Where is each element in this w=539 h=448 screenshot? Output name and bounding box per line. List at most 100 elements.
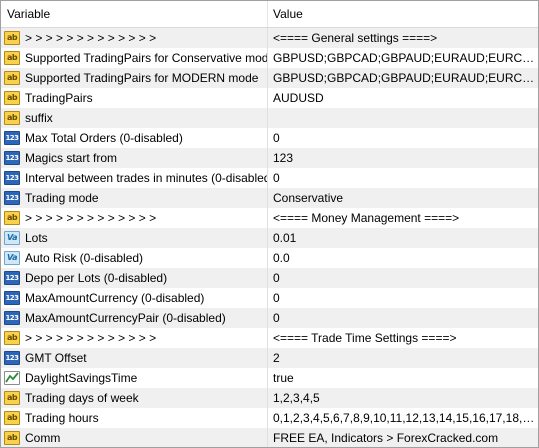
value-cell[interactable]: 0 <box>268 288 538 308</box>
parameter-row[interactable]: 123 Max Total Orders (0-disabled) 0 <box>1 128 538 148</box>
value-cell[interactable]: 123 <box>268 148 538 168</box>
variable-name: DaylightSavingsTime <box>25 371 138 385</box>
boolean-type-icon <box>4 371 20 385</box>
parameter-row[interactable]: 123 GMT Offset 2 <box>1 348 538 368</box>
variable-cell[interactable]: ab Comm <box>1 428 268 447</box>
string-type-icon: ab <box>4 31 20 45</box>
variable-name: Comm <box>25 431 61 445</box>
value-cell[interactable]: <==== Trade Time Settings ====> <box>268 328 538 348</box>
integer-type-icon: 123 <box>4 291 20 305</box>
variable-name: MaxAmountCurrency (0-disabled) <box>25 291 205 305</box>
value-cell[interactable]: <==== General settings ====> <box>268 28 538 48</box>
value-cell[interactable]: 0 <box>268 128 538 148</box>
value-cell[interactable]: FREE EA, Indicators > ForexCracked.com <box>268 428 538 447</box>
variable-name: Trading hours <box>25 411 99 425</box>
variable-name: Supported TradingPairs for MODERN mode <box>25 71 259 85</box>
variable-name: Trading mode <box>25 191 99 205</box>
variable-cell[interactable]: ab > > > > > > > > > > > > > <box>1 28 268 48</box>
variable-name: > > > > > > > > > > > > > <box>25 211 157 225</box>
variable-name: > > > > > > > > > > > > > <box>25 331 157 345</box>
string-type-icon: ab <box>4 211 20 225</box>
value-cell[interactable]: 0,1,2,3,4,5,6,7,8,9,10,11,12,13,14,15,16… <box>268 408 538 428</box>
value-cell[interactable]: GBPUSD;GBPCAD;GBPAUD;EURAUD;EURCAD;E... <box>268 68 538 88</box>
variable-cell[interactable]: ab Supported TradingPairs for Conservativ… <box>1 48 268 68</box>
variable-name: > > > > > > > > > > > > > <box>25 31 157 45</box>
parameter-row[interactable]: 123 Magics start from 123 <box>1 148 538 168</box>
value-cell[interactable]: 0 <box>268 308 538 328</box>
value-cell[interactable]: <==== Money Management ====> <box>268 208 538 228</box>
parameter-row[interactable]: ab Comm FREE EA, Indicators > ForexCracked… <box>1 428 538 447</box>
variable-name: Magics start from <box>25 151 118 165</box>
column-header-variable[interactable]: Variable <box>1 1 268 27</box>
variable-name: Max Total Orders (0-disabled) <box>25 131 183 145</box>
parameter-row[interactable]: ab suffix <box>1 108 538 128</box>
variable-name: Lots <box>25 231 48 245</box>
parameter-row[interactable]: ab Trading hours 0,1,2,3,4,5,6,7,8,9,10,11… <box>1 408 538 428</box>
variable-cell[interactable]: 123 Depo per Lots (0-disabled) <box>1 268 268 288</box>
parameter-row[interactable]: DaylightSavingsTime true <box>1 368 538 388</box>
grid-rows: ab > > > > > > > > > > > > > <==== General… <box>1 28 538 447</box>
variable-cell[interactable]: Va Auto Risk (0-disabled) <box>1 248 268 268</box>
variable-cell[interactable]: ab TradingPairs <box>1 88 268 108</box>
variable-cell[interactable]: 123 MaxAmountCurrency (0-disabled) <box>1 288 268 308</box>
variable-cell[interactable]: ab Trading hours <box>1 408 268 428</box>
variable-name: suffix <box>25 111 53 125</box>
variable-cell[interactable]: ab Trading days of week <box>1 388 268 408</box>
value-cell[interactable]: 1,2,3,4,5 <box>268 388 538 408</box>
parameter-row[interactable]: 123 Trading mode Conservative <box>1 188 538 208</box>
variable-cell[interactable]: ab Supported TradingPairs for MODERN mode <box>1 68 268 88</box>
parameter-row[interactable]: 123 MaxAmountCurrency (0-disabled) 0 <box>1 288 538 308</box>
variable-cell[interactable]: 123 GMT Offset <box>1 348 268 368</box>
integer-type-icon: 123 <box>4 191 20 205</box>
parameter-row[interactable]: Va Auto Risk (0-disabled) 0.0 <box>1 248 538 268</box>
variable-cell[interactable]: 123 Trading mode <box>1 188 268 208</box>
integer-type-icon: 123 <box>4 151 20 165</box>
value-cell[interactable]: 0.01 <box>268 228 538 248</box>
parameter-row[interactable]: ab > > > > > > > > > > > > > <==== Trade T… <box>1 328 538 348</box>
string-type-icon: ab <box>4 111 20 125</box>
variable-cell[interactable]: DaylightSavingsTime <box>1 368 268 388</box>
variable-cell[interactable]: Va Lots <box>1 228 268 248</box>
variable-cell[interactable]: 123 Interval between trades in minutes (0… <box>1 168 268 188</box>
value-cell[interactable] <box>268 108 538 128</box>
column-header-value[interactable]: Value <box>268 1 538 27</box>
variable-name: Supported TradingPairs for Conservative … <box>25 51 268 65</box>
parameter-row[interactable]: 123 Depo per Lots (0-disabled) 0 <box>1 268 538 288</box>
parameter-row[interactable]: ab Trading days of week 1,2,3,4,5 <box>1 388 538 408</box>
value-cell[interactable]: GBPUSD;GBPCAD;GBPAUD;EURAUD;EURCAD;E... <box>268 48 538 68</box>
value-cell[interactable]: 0.0 <box>268 248 538 268</box>
variable-name: TradingPairs <box>25 91 93 105</box>
string-type-icon: ab <box>4 51 20 65</box>
parameter-row[interactable]: ab > > > > > > > > > > > > > <==== General… <box>1 28 538 48</box>
value-cell[interactable]: 0 <box>268 168 538 188</box>
double-type-icon: Va <box>4 231 20 245</box>
integer-type-icon: 123 <box>4 311 20 325</box>
parameter-row[interactable]: 123 MaxAmountCurrencyPair (0-disabled) 0 <box>1 308 538 328</box>
value-cell[interactable]: Conservative <box>268 188 538 208</box>
variable-cell[interactable]: 123 Max Total Orders (0-disabled) <box>1 128 268 148</box>
variable-cell[interactable]: ab > > > > > > > > > > > > > <box>1 208 268 228</box>
parameter-row[interactable]: ab > > > > > > > > > > > > > <==== Money M… <box>1 208 538 228</box>
variable-cell[interactable]: ab suffix <box>1 108 268 128</box>
string-type-icon: ab <box>4 431 20 445</box>
value-cell[interactable]: 0 <box>268 268 538 288</box>
string-type-icon: ab <box>4 91 20 105</box>
value-cell[interactable]: true <box>268 368 538 388</box>
inputs-grid: Variable Value ab > > > > > > > > > > > >… <box>0 0 539 448</box>
variable-cell[interactable]: 123 MaxAmountCurrencyPair (0-disabled) <box>1 308 268 328</box>
variable-name: MaxAmountCurrencyPair (0-disabled) <box>25 311 226 325</box>
parameter-row[interactable]: ab Supported TradingPairs for Conservativ… <box>1 48 538 68</box>
value-cell[interactable]: AUDUSD <box>268 88 538 108</box>
double-type-icon: Va <box>4 251 20 265</box>
integer-type-icon: 123 <box>4 271 20 285</box>
value-cell[interactable]: 2 <box>268 348 538 368</box>
parameter-row[interactable]: 123 Interval between trades in minutes (0… <box>1 168 538 188</box>
variable-name: Interval between trades in minutes (0-di… <box>25 171 268 185</box>
parameter-row[interactable]: Va Lots 0.01 <box>1 228 538 248</box>
parameter-row[interactable]: ab TradingPairs AUDUSD <box>1 88 538 108</box>
variable-name: Auto Risk (0-disabled) <box>25 251 144 265</box>
parameter-row[interactable]: ab Supported TradingPairs for MODERN mode… <box>1 68 538 88</box>
string-type-icon: ab <box>4 331 20 345</box>
variable-cell[interactable]: 123 Magics start from <box>1 148 268 168</box>
variable-cell[interactable]: ab > > > > > > > > > > > > > <box>1 328 268 348</box>
